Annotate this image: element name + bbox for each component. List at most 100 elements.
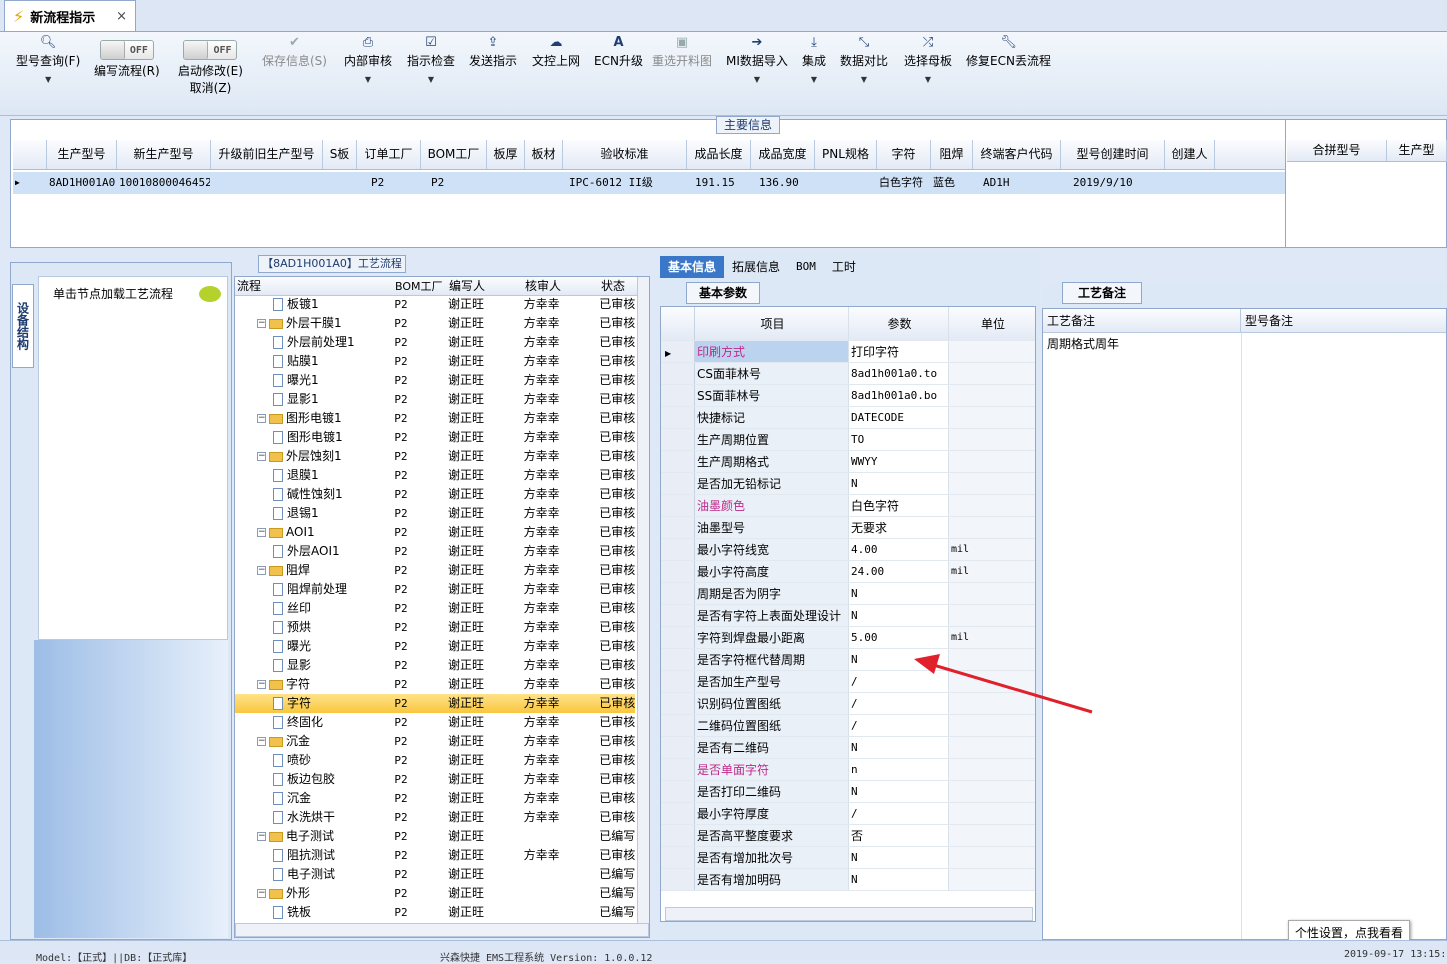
dropdown-arrow-icon[interactable]: ▼ <box>428 75 434 84</box>
param-row[interactable]: 是否打印二维码 N <box>661 781 1035 803</box>
tree-step-row[interactable]: 阻焊前处理 P2 谢正旺 方幸幸 已审核 <box>235 580 635 599</box>
row-selector[interactable] <box>661 429 695 450</box>
row-selector[interactable] <box>661 363 695 384</box>
row-selector[interactable] <box>661 517 695 538</box>
tree-folder-row[interactable]: − 外层蚀刻1 P2 谢正旺 方幸幸 已审核 <box>235 447 635 466</box>
col-header[interactable]: 升级前旧生产型号 <box>211 140 323 169</box>
tree-folder-row[interactable]: − 电子测试 P2 谢正旺 已编写 <box>235 827 635 846</box>
col-header[interactable]: 流程 <box>235 277 391 295</box>
row-selector[interactable] <box>661 407 695 428</box>
param-row[interactable]: 生产周期位置 TO <box>661 429 1035 451</box>
row-selector[interactable] <box>661 561 695 582</box>
row-selector[interactable] <box>661 803 695 824</box>
mi-import-button[interactable]: ➔ MI数据导入 ▼ <box>726 34 788 84</box>
tree-step-row[interactable]: 电子测试 P2 谢正旺 已编写 <box>235 865 635 884</box>
param-row[interactable]: ▶ 印刷方式 打印字符 <box>661 341 1035 363</box>
tree-step-row[interactable]: 碱性蚀刻1 P2 谢正旺 方幸幸 已审核 <box>235 485 635 504</box>
tree-folder-row[interactable]: − 沉金 P2 谢正旺 方幸幸 已审核 <box>235 732 635 751</box>
dropdown-arrow-icon[interactable]: ▼ <box>811 75 817 84</box>
param-row[interactable]: 周期是否为阴字 N <box>661 583 1035 605</box>
row-selector[interactable] <box>661 605 695 626</box>
tree-step-row[interactable]: 曝光 P2 谢正旺 方幸幸 已审核 <box>235 637 635 656</box>
col-header[interactable]: 订单工厂 <box>357 140 421 169</box>
param-row[interactable]: 是否有增加批次号 N <box>661 847 1035 869</box>
tree-step-row[interactable]: 板边包胶 P2 谢正旺 方幸幸 已审核 <box>235 770 635 789</box>
cancel-button[interactable]: 取消(Z) <box>190 79 232 96</box>
param-value[interactable]: N <box>849 869 949 890</box>
param-value[interactable]: 无要求 <box>849 517 949 538</box>
cell[interactable]: 10010800046452 <box>117 172 211 194</box>
col-header[interactable]: 字符 <box>877 140 931 169</box>
cell[interactable]: IPC-6012 II级 <box>563 172 687 194</box>
tree-folder-row[interactable]: − AOI1 P2 谢正旺 方幸幸 已审核 <box>235 523 635 542</box>
repair-ecn-button[interactable]: 🔧︎ 修复ECN丢流程 <box>966 34 1051 69</box>
row-selector[interactable] <box>661 649 695 670</box>
col-header[interactable]: 核审人 <box>521 277 597 295</box>
row-selector[interactable] <box>661 385 695 406</box>
param-row[interactable]: 是否有增加明码 N <box>661 869 1035 891</box>
collapse-icon[interactable]: − <box>257 414 266 423</box>
internal-review-button[interactable]: ⎙ 内部审核 ▼ <box>344 34 392 84</box>
cell[interactable]: 蓝色 <box>931 172 973 194</box>
param-row[interactable]: 快捷标记 DATECODE <box>661 407 1035 429</box>
tree-step-row[interactable]: 板镀1 P2 谢正旺 方幸幸 已审核 <box>235 295 635 314</box>
param-value[interactable]: 4.00 <box>849 539 949 560</box>
edit-flow-toggle[interactable]: OFF <box>99 40 154 60</box>
row-selector[interactable] <box>661 671 695 692</box>
tree-step-row[interactable]: 退膜1 P2 谢正旺 方幸幸 已审核 <box>235 466 635 485</box>
tree-step-row[interactable]: 字符 P2 谢正旺 方幸幸 已审核 <box>235 694 635 713</box>
tree-step-row[interactable]: 显影1 P2 谢正旺 方幸幸 已审核 <box>235 390 635 409</box>
row-selector[interactable] <box>661 759 695 780</box>
tree-folder-row[interactable]: − 阻焊 P2 谢正旺 方幸幸 已审核 <box>235 561 635 580</box>
row-selector[interactable] <box>661 781 695 802</box>
tree-step-row[interactable]: 外层前处理1 P2 谢正旺 方幸幸 已审核 <box>235 333 635 352</box>
col-header[interactable]: 新生产型号 <box>117 140 211 169</box>
param-value[interactable]: n <box>849 759 949 780</box>
param-row[interactable]: 生产周期格式 WWYY <box>661 451 1035 473</box>
dropdown-arrow-icon[interactable]: ▼ <box>754 75 760 84</box>
tab-working-hours[interactable]: 工时 <box>824 256 864 278</box>
save-info-button[interactable]: ✔ 保存信息(S) <box>262 34 327 69</box>
params-horizontal-scrollbar[interactable] <box>665 907 1033 921</box>
dropdown-arrow-icon[interactable]: ▼ <box>45 75 51 84</box>
col-header[interactable]: 工艺备注 <box>1043 309 1241 332</box>
col-header[interactable]: BOM工厂 <box>421 140 487 169</box>
param-value[interactable]: N <box>849 847 949 868</box>
param-row[interactable]: 最小字符高度 24.00 mil <box>661 561 1035 583</box>
row-selector[interactable] <box>661 539 695 560</box>
param-row[interactable]: 最小字符线宽 4.00 mil <box>661 539 1035 561</box>
tree-step-row[interactable]: 阻抗测试 P2 谢正旺 方幸幸 已审核 <box>235 846 635 865</box>
collapse-icon[interactable]: − <box>257 528 266 537</box>
tree-folder-row[interactable]: − 字符 P2 谢正旺 方幸幸 已审核 <box>235 675 635 694</box>
cell[interactable]: 191.15 <box>687 172 751 194</box>
start-modify-toggle[interactable]: OFF <box>183 40 238 60</box>
param-value[interactable]: N <box>849 473 949 494</box>
tree-step-row[interactable]: 沉金 P2 谢正旺 方幸幸 已审核 <box>235 789 635 808</box>
cell[interactable] <box>323 172 357 194</box>
select-master-button[interactable]: ⤮ 选择母板 ▼ <box>904 34 952 84</box>
collapse-icon[interactable]: − <box>257 680 266 689</box>
param-value[interactable]: TO <box>849 429 949 450</box>
tree-step-row[interactable]: 预烘 P2 谢正旺 方幸幸 已审核 <box>235 618 635 637</box>
param-value[interactable]: N <box>849 737 949 758</box>
param-value[interactable]: N <box>849 583 949 604</box>
tree-step-row[interactable]: 曝光1 P2 谢正旺 方幸幸 已审核 <box>235 371 635 390</box>
tree-step-row[interactable]: 退锡1 P2 谢正旺 方幸幸 已审核 <box>235 504 635 523</box>
main-info-row[interactable]: ▶ 8AD1H001A0 10010800046452 P2 P2 IPC-60… <box>13 172 1285 194</box>
param-value[interactable]: N <box>849 605 949 626</box>
reselect-cutting-button[interactable]: ▣ 重选开料图 <box>652 34 712 69</box>
ecn-upgrade-button[interactable]: A ECN升级 <box>594 34 643 69</box>
cell[interactable] <box>525 172 563 194</box>
cell[interactable]: P2 <box>357 172 421 194</box>
row-selector[interactable] <box>661 473 695 494</box>
param-value[interactable]: WWYY <box>849 451 949 472</box>
tree-step-row[interactable]: 铣板 P2 谢正旺 已编写 <box>235 903 635 922</box>
row-selector[interactable] <box>661 693 695 714</box>
row-selector[interactable] <box>661 869 695 890</box>
param-row[interactable]: 是否单面字符 n <box>661 759 1035 781</box>
col-header[interactable]: 成品长度 <box>687 140 751 169</box>
tree-step-row[interactable]: 图形电镀1 P2 谢正旺 方幸幸 已审核 <box>235 428 635 447</box>
collapse-icon[interactable]: − <box>257 832 266 841</box>
col-header[interactable]: 生产型 <box>1387 140 1447 161</box>
send-instruction-button[interactable]: ⇪ 发送指示 <box>469 34 517 69</box>
